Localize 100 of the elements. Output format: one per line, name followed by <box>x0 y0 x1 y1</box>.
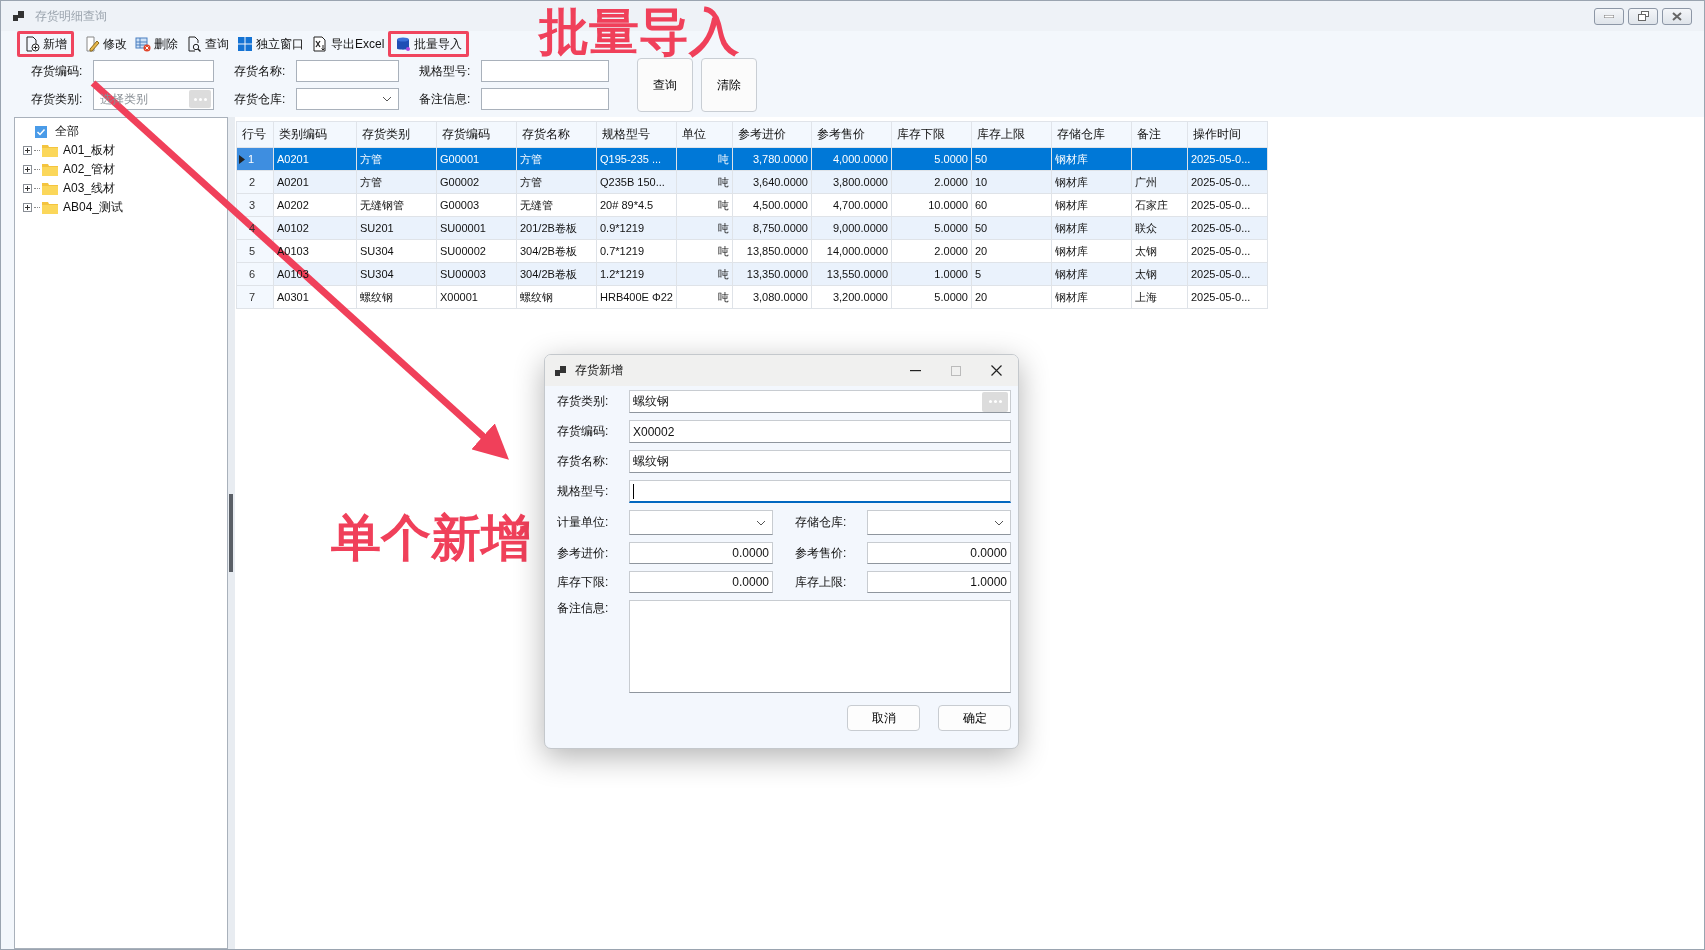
checkbox[interactable] <box>35 125 47 138</box>
column-header[interactable]: 参考售价 <box>811 121 892 148</box>
table-cell: 3,200.0000 <box>811 285 892 309</box>
table-cell: 0.9*1219 <box>596 216 677 240</box>
table-cell: 3,640.0000 <box>732 170 812 194</box>
input-field[interactable]: X00002 <box>629 420 1011 443</box>
input-field[interactable]: 螺纹钢 <box>629 450 1011 473</box>
search-button[interactable]: 查询 <box>637 58 693 112</box>
column-header[interactable]: 备注 <box>1131 121 1188 148</box>
confirm-button[interactable]: 确定 <box>938 705 1011 731</box>
toolbar-button[interactable]: 删除 <box>131 31 182 57</box>
cancel-button[interactable]: 取消 <box>847 705 920 731</box>
table-cell: 2025-05-0... <box>1187 193 1268 217</box>
column-header[interactable]: 存货名称 <box>516 121 597 148</box>
table-cell: 石家庄 <box>1131 193 1188 217</box>
annotation-text: 批量导入 <box>539 7 739 57</box>
table-cell: X00001 <box>436 285 517 309</box>
input-field[interactable] <box>629 480 1011 503</box>
field-label: 计量单位: <box>557 514 610 531</box>
table-cell: 50 <box>971 216 1052 240</box>
table-cell: 3,080.0000 <box>732 285 812 309</box>
expand-icon[interactable] <box>23 146 32 155</box>
table-cell: 4,000.0000 <box>811 147 892 171</box>
column-header[interactable]: 类别编码 <box>273 121 357 148</box>
row-pointer-icon <box>239 154 245 164</box>
row-number: 2 <box>249 176 256 188</box>
dropdown-field[interactable] <box>867 510 1011 535</box>
folder-icon <box>42 144 58 157</box>
restore-icon <box>1637 11 1649 21</box>
expand-icon[interactable] <box>23 165 32 174</box>
clear-button[interactable]: 清除 <box>701 58 757 112</box>
table-cell: A0202 <box>273 193 357 217</box>
table-cell: 2025-05-0... <box>1187 170 1268 194</box>
table-cell: 钢材库 <box>1051 216 1132 240</box>
table-cell: 13,350.0000 <box>732 262 812 286</box>
table-cell: 304/2B卷板 <box>516 239 597 263</box>
input-field[interactable]: 0.0000 <box>629 542 773 564</box>
minimize-button[interactable] <box>910 369 921 372</box>
table-cell: SU00001 <box>436 216 517 240</box>
table-cell: A0102 <box>273 216 357 240</box>
toolbar-button[interactable]: 独立窗口 <box>233 31 308 57</box>
table-cell: 方管 <box>356 170 437 194</box>
tree-item[interactable]: A01_板材 <box>63 142 116 159</box>
column-header[interactable]: 库存上限 <box>971 121 1052 148</box>
table-cell: 无缝钢管 <box>356 193 437 217</box>
remarks-field[interactable] <box>629 600 1011 693</box>
column-header[interactable]: 规格型号 <box>596 121 677 148</box>
row-number: 4 <box>249 222 256 234</box>
field-label: 规格型号: <box>419 62 472 80</box>
tree-item[interactable]: A03_线材 <box>63 180 116 197</box>
chevron-down-icon <box>756 519 766 526</box>
app-icon <box>555 364 567 377</box>
column-header[interactable]: 行号 <box>236 121 274 148</box>
input-field[interactable]: 0.0000 <box>867 542 1011 564</box>
input-field[interactable]: 0.0000 <box>629 571 773 593</box>
expand-icon[interactable] <box>23 184 32 193</box>
toolbar-button[interactable]: 导出Excel <box>308 31 389 57</box>
excel-export-icon <box>312 36 328 52</box>
column-header[interactable]: 参考进价 <box>732 121 812 148</box>
input-field[interactable] <box>296 60 399 82</box>
table-cell: 2025-05-0... <box>1187 216 1268 240</box>
column-header[interactable]: 存货类别 <box>356 121 437 148</box>
maximize-button[interactable] <box>951 365 961 376</box>
category-picker[interactable]: 螺纹钢 <box>629 390 1011 413</box>
table-cell: 方管 <box>356 147 437 171</box>
table-cell: 吨 <box>676 216 733 240</box>
toolbar-button[interactable]: 查询 <box>182 31 233 57</box>
splitter-handle[interactable] <box>229 494 233 572</box>
table-cell: 吨 <box>676 193 733 217</box>
restore-button[interactable] <box>1628 7 1658 25</box>
input-field[interactable] <box>481 88 609 110</box>
column-header[interactable]: 存货编码 <box>436 121 517 148</box>
tree-item[interactable]: 全部 <box>55 123 79 140</box>
close-icon <box>1672 11 1682 21</box>
table-cell: 20 <box>971 239 1052 263</box>
table-cell: 2.0000 <box>891 239 972 263</box>
table-cell: 4,700.0000 <box>811 193 892 217</box>
dropdown-field[interactable] <box>296 88 399 110</box>
close-button[interactable] <box>991 365 1002 376</box>
table-cell: 钢材库 <box>1051 285 1132 309</box>
table-cell: 吨 <box>676 147 733 171</box>
column-header[interactable]: 存储仓库 <box>1051 121 1132 148</box>
toolbar-button[interactable]: 批量导入 <box>388 31 470 57</box>
column-header[interactable]: 操作时间 <box>1187 121 1268 148</box>
table-cell: HRB400E Φ22 <box>596 285 677 309</box>
tree-item[interactable]: A02_管材 <box>63 161 116 178</box>
table-cell: 5 <box>971 262 1052 286</box>
toolbar-button[interactable]: 修改 <box>80 31 131 57</box>
input-field[interactable]: 1.0000 <box>867 571 1011 593</box>
column-header[interactable]: 单位 <box>676 121 733 148</box>
input-field[interactable] <box>93 60 214 82</box>
toolbar-button[interactable]: 新增 <box>17 31 74 57</box>
table-cell: 方管 <box>516 147 597 171</box>
column-header[interactable]: 库存下限 <box>891 121 972 148</box>
field-label: 存货类别: <box>557 393 610 410</box>
input-field[interactable] <box>481 60 609 82</box>
expand-icon[interactable] <box>23 203 32 212</box>
tree-item[interactable]: AB04_测试 <box>63 199 124 216</box>
dropdown-field[interactable] <box>629 510 773 535</box>
table-cell: 方管 <box>516 170 597 194</box>
